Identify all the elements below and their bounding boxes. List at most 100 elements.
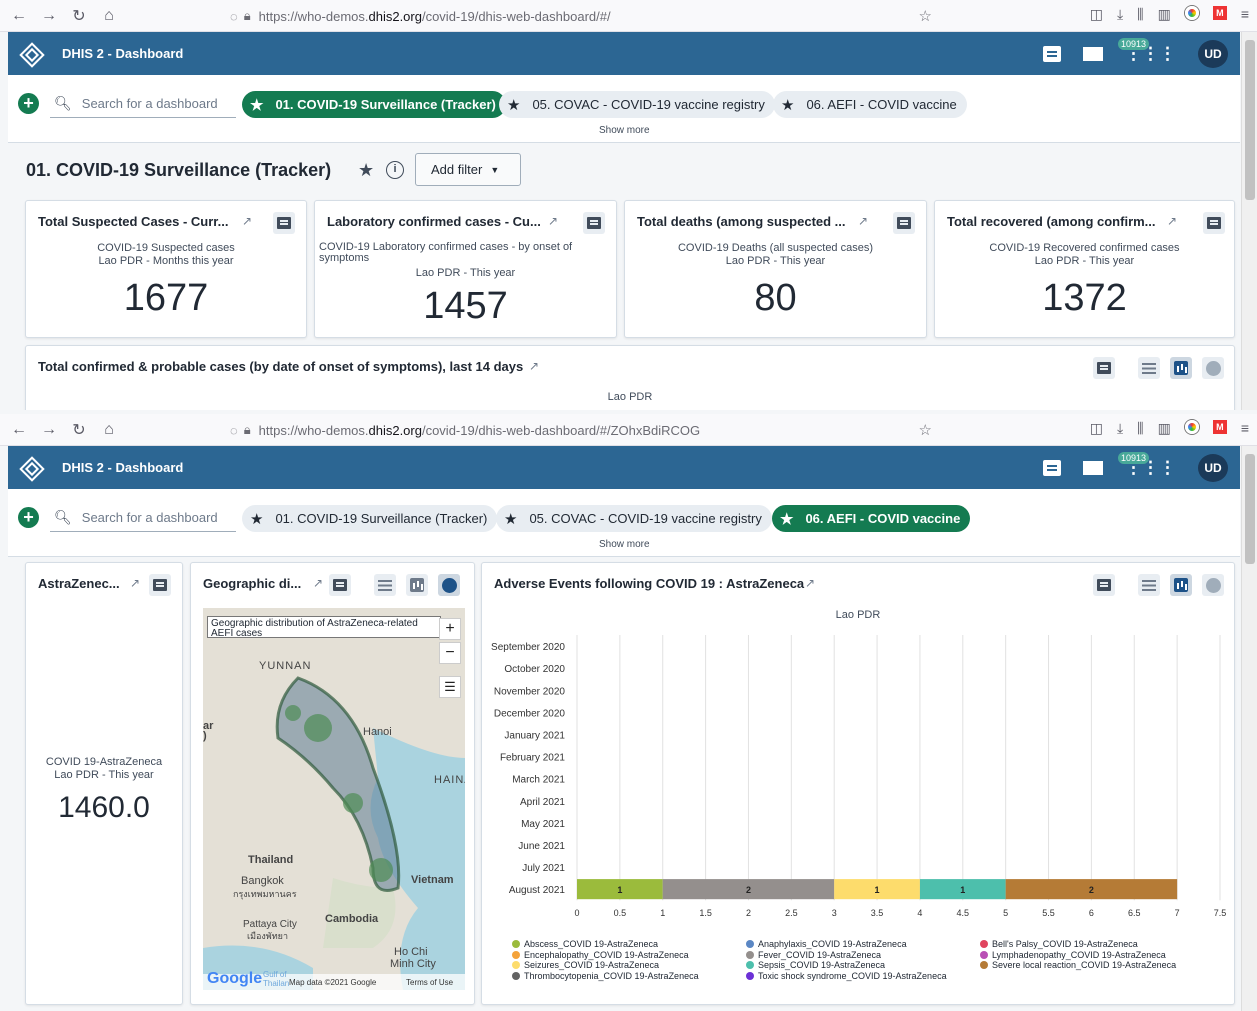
open-external-icon[interactable]: ↗ <box>805 576 815 590</box>
view-map-button[interactable] <box>438 574 460 596</box>
dashboard-chip-surveillance[interactable]: ★ 01. COVID-19 Surveillance (Tracker) <box>242 505 498 532</box>
open-external-icon[interactable]: ↗ <box>548 214 558 228</box>
library-icon[interactable]: ⫼ <box>1137 420 1143 437</box>
interpretations-button[interactable] <box>583 212 605 234</box>
open-external-icon[interactable]: ↗ <box>1167 214 1177 228</box>
dashboard-chip-covac[interactable]: ★ 05. COVAC - COVID-19 vaccine registry <box>496 505 772 532</box>
zoom-out-button[interactable]: − <box>439 642 461 664</box>
interpretations-button[interactable] <box>273 212 295 234</box>
legend-item[interactable]: Seizures_COVID 19-AstraZeneca <box>512 960 659 970</box>
forward-icon[interactable]: → <box>38 421 60 439</box>
page-scrollbar[interactable] <box>1241 32 1257 410</box>
menu-icon[interactable]: ≡ <box>1241 420 1249 437</box>
bookmark-star-icon[interactable]: ☆ <box>919 421 932 439</box>
view-map-button[interactable] <box>1202 574 1224 596</box>
bookmark-star-icon[interactable]: ☆ <box>919 7 932 25</box>
interpretations-icon[interactable] <box>1043 460 1061 476</box>
view-chart-button[interactable] <box>1170 574 1192 596</box>
reader-icon[interactable]: ▥ <box>1158 420 1171 437</box>
legend-item[interactable]: Thrombocytopenia_COVID 19-AstraZeneca <box>512 971 699 981</box>
info-icon[interactable]: i <box>386 161 404 179</box>
legend-item[interactable]: Fever_COVID 19-AstraZeneca <box>746 950 881 960</box>
dashboard-chip-aefi[interactable]: ★ 06. AEFI - COVID vaccine <box>772 505 971 532</box>
show-more-link[interactable]: Show more <box>599 125 650 136</box>
terms-link[interactable]: Terms of Use <box>406 978 453 987</box>
messages-icon[interactable] <box>1083 461 1103 475</box>
view-table-button[interactable] <box>1138 574 1160 596</box>
forward-icon[interactable]: → <box>38 7 60 25</box>
extension-icon[interactable] <box>1184 420 1199 434</box>
legend-item[interactable]: Anaphylaxis_COVID 19-AstraZeneca <box>746 939 907 949</box>
library-icon[interactable]: ⫼ <box>1137 6 1143 23</box>
url-bar[interactable]: ◌ 🔒︎ https://who-demos. dhis2.org/covid-1… <box>230 417 938 443</box>
single-value: 1372 <box>1042 277 1127 319</box>
zoom-in-button[interactable]: + <box>439 618 461 640</box>
ms-extension-icon[interactable]: M <box>1212 420 1227 434</box>
menu-icon[interactable]: ≡ <box>1241 6 1249 23</box>
legend-item[interactable]: Encephalopathy_COVID 19-AstraZeneca <box>512 950 689 960</box>
messages-icon[interactable] <box>1083 47 1103 61</box>
download-icon[interactable]: ⤓ <box>1117 420 1123 437</box>
search-input[interactable]: 🔍︎ Search for a dashboard <box>50 504 236 532</box>
interpretations-icon[interactable] <box>1043 46 1061 62</box>
page-scrollbar[interactable] <box>1241 446 1257 1011</box>
ms-extension-icon[interactable]: M <box>1212 6 1227 20</box>
add-filter-button[interactable]: Add filter ▼ <box>415 153 521 186</box>
view-chart-button[interactable] <box>406 574 428 596</box>
interpretations-button[interactable] <box>329 574 351 596</box>
star-icon[interactable]: ★ <box>358 160 374 181</box>
open-external-icon[interactable]: ↗ <box>242 214 252 228</box>
interpretations-button[interactable] <box>893 212 915 234</box>
legend-item[interactable]: Bell's Palsy_COVID 19-AstraZeneca <box>980 939 1138 949</box>
reload-icon[interactable]: ↻ <box>68 420 90 440</box>
lock-icon: 🔒︎ <box>243 422 251 437</box>
add-dashboard-button[interactable]: + <box>18 507 39 528</box>
back-icon[interactable]: ← <box>8 7 30 25</box>
legend-item[interactable]: Abscess_COVID 19-AstraZeneca <box>512 939 658 949</box>
dhis2-logo-icon[interactable] <box>20 43 42 65</box>
legend-item[interactable]: Lymphadenopathy_COVID 19-AstraZeneca <box>980 950 1166 960</box>
map-view[interactable]: Geographic distribution of AstraZeneca-r… <box>203 608 465 990</box>
interpretations-button[interactable] <box>1093 357 1115 379</box>
add-dashboard-button[interactable]: + <box>18 93 39 114</box>
view-table-button[interactable] <box>374 574 396 596</box>
avatar[interactable]: UD <box>1198 40 1228 68</box>
reload-icon[interactable]: ↻ <box>68 6 90 26</box>
dashboard-chip-covac[interactable]: ★ 05. COVAC - COVID-19 vaccine registry <box>499 91 775 118</box>
browser-toolbar: ← → ↻ ⌂ ◌ 🔒︎ https://who-demos. dhis2.org… <box>0 414 1257 446</box>
open-external-icon[interactable]: ↗ <box>529 359 539 373</box>
back-icon[interactable]: ← <box>8 421 30 439</box>
legend-item[interactable]: Toxic shock syndrome_COVID 19-AstraZenec… <box>746 971 947 981</box>
x-tick-label: 6.5 <box>1128 908 1141 918</box>
view-chart-button[interactable] <box>1170 357 1192 379</box>
dashboard-chip-aefi[interactable]: ★ 06. AEFI - COVID vaccine <box>773 91 967 118</box>
pocket-icon[interactable]: ◫ <box>1090 6 1103 23</box>
url-bar[interactable]: ◌ 🔒︎ https://who-demos. dhis2.org/covid-1… <box>230 3 938 29</box>
view-map-button[interactable] <box>1202 357 1224 379</box>
home-icon[interactable]: ⌂ <box>98 421 120 439</box>
star-icon: ★ <box>781 96 795 114</box>
view-table-button[interactable] <box>1138 357 1160 379</box>
dhis2-logo-icon[interactable] <box>20 457 42 479</box>
avatar[interactable]: UD <box>1198 454 1228 482</box>
search-input[interactable]: 🔍︎ Search for a dashboard <box>50 90 236 118</box>
extension-icon[interactable] <box>1184 6 1199 20</box>
legend-label: Severe local reaction_COVID 19-AstraZene… <box>992 960 1177 970</box>
show-more-link[interactable]: Show more <box>599 539 650 550</box>
legend-item[interactable]: Sepsis_COVID 19-AstraZeneca <box>746 960 885 970</box>
legend-item[interactable]: Severe local reaction_COVID 19-AstraZene… <box>980 960 1176 970</box>
dashboard-chip-surveillance[interactable]: ★ 01. COVID-19 Surveillance (Tracker) <box>242 91 506 118</box>
pocket-icon[interactable]: ◫ <box>1090 420 1103 437</box>
home-icon[interactable]: ⌂ <box>98 7 120 25</box>
open-external-icon[interactable]: ↗ <box>858 214 868 228</box>
legend-toggle-icon[interactable]: ☰ <box>439 676 461 698</box>
map-title: Geographic distribution of AstraZeneca-r… <box>207 616 441 639</box>
reader-icon[interactable]: ▥ <box>1158 6 1171 23</box>
open-external-icon[interactable]: ↗ <box>130 576 140 590</box>
interpretations-button[interactable] <box>1093 574 1115 596</box>
interpretations-button[interactable] <box>1203 212 1225 234</box>
legend-swatch <box>512 971 520 980</box>
download-icon[interactable]: ⤓ <box>1117 6 1123 23</box>
open-external-icon[interactable]: ↗ <box>313 576 323 590</box>
interpretations-button[interactable] <box>149 574 171 596</box>
